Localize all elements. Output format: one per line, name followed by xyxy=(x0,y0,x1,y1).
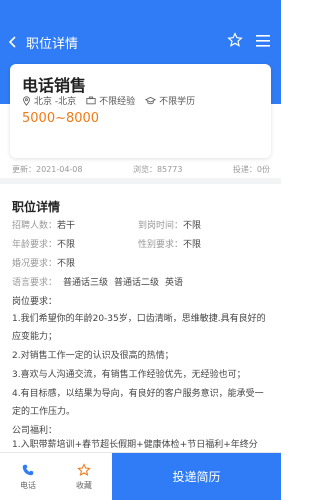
requirement-item: 3.喜欢与人沟通交流，有销售工作经验优先，无经验也可； xyxy=(12,370,246,380)
info-age: 年龄要求：不限 xyxy=(12,240,76,250)
view-count: 浏览：85773 xyxy=(132,165,183,174)
requirement-item: 1.我们希望你的年龄20-35岁，口齿清晰，思维敏捷.具有良好的应变能力； xyxy=(12,314,266,342)
info-gender: 性别要求：不限 xyxy=(138,240,202,250)
updated-date: 更新：2021-04-08 xyxy=(12,165,83,174)
phone-icon xyxy=(22,464,34,475)
apply-resume-button[interactable]: 投递简历 xyxy=(112,453,281,500)
chevron-left-icon xyxy=(8,36,16,48)
call-label: 电话 xyxy=(20,480,36,490)
requirement-item: 2.对销售工作一定的认识及很高的热情； xyxy=(12,351,174,361)
graduation-cap-icon xyxy=(145,96,157,105)
location-tag: 北京 -北京 xyxy=(22,94,76,107)
location-text: 北京 -北京 xyxy=(34,97,77,107)
page-title: 职位详情 xyxy=(26,36,79,52)
info-start-time: 到岗时间：不限 xyxy=(138,221,202,231)
language-requirements: 语言要求： 普通话三级 普通话二级 英语 xyxy=(12,278,184,288)
experience-tag: 不限经验 xyxy=(86,94,135,107)
bottom-action-bar: 电话 收藏 投递简历 xyxy=(0,452,281,500)
apply-count: 投递：0份 xyxy=(232,165,270,174)
education-text: 不限学历 xyxy=(159,97,196,107)
menu-button[interactable] xyxy=(255,33,271,52)
favorite-bottom-button[interactable]: 收藏 xyxy=(56,453,112,500)
location-pin-icon xyxy=(23,95,30,106)
section-title: 职位详情 xyxy=(12,200,61,214)
education-tag: 不限学历 xyxy=(145,94,195,107)
salary: 5000~8000 xyxy=(22,111,100,126)
call-button[interactable]: 电话 xyxy=(0,453,56,500)
requirements-title: 岗位要求： xyxy=(12,297,58,307)
menu-icon xyxy=(256,34,270,47)
star-outline-icon xyxy=(77,462,91,476)
job-summary-card: 电话销售 北京 -北京 不限经验 不限学历 5000~8000 xyxy=(10,64,271,158)
favorite-label: 收藏 xyxy=(76,480,92,490)
job-meta: 更新：2021-04-08 浏览：85773 投递：0份 xyxy=(12,164,270,175)
experience-text: 不限经验 xyxy=(99,97,136,107)
briefcase-icon xyxy=(86,96,96,105)
status-bar xyxy=(0,0,281,24)
favorite-button[interactable] xyxy=(227,32,243,52)
star-icon xyxy=(227,32,243,47)
section-divider xyxy=(0,178,281,184)
job-title: 电话销售 xyxy=(22,76,87,95)
info-marital: 婚况要求：不限 xyxy=(12,259,76,269)
info-headcount: 招聘人数：若干 xyxy=(12,221,76,231)
welfare-title: 公司福利： xyxy=(12,426,58,436)
requirement-item: 4.有目标感，以结果为导向，有良好的客户服务意识，能承受一定的工作压力。 xyxy=(12,389,264,417)
top-bar: 职位详情 xyxy=(0,24,281,60)
back-button[interactable] xyxy=(0,35,26,49)
